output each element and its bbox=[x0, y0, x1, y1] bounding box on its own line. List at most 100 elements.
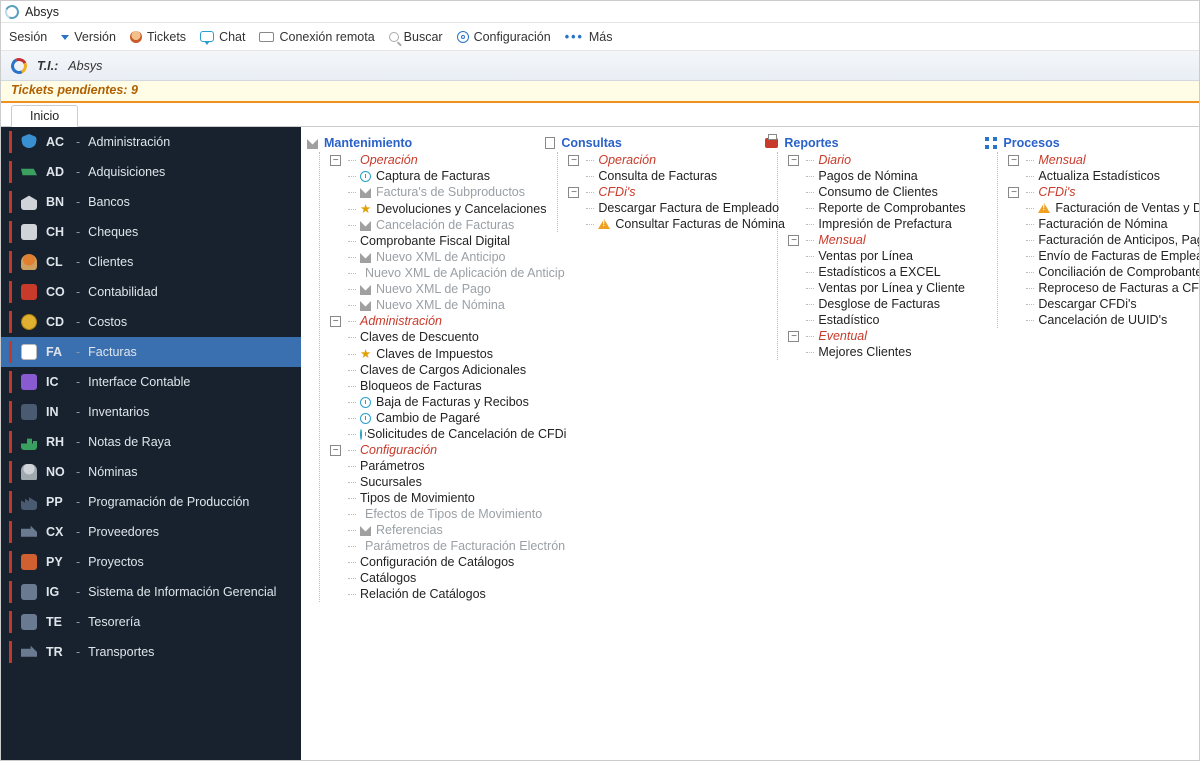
collapse-toggle[interactable]: − bbox=[330, 445, 341, 456]
menubar: Sesión Versión Tickets Chat Conexión rem… bbox=[1, 23, 1199, 51]
tree-item[interactable]: Comprobante Fiscal Digital bbox=[320, 233, 529, 249]
collapse-toggle[interactable]: − bbox=[788, 331, 799, 342]
tree-item[interactable]: Relación de Catálogos bbox=[320, 586, 529, 602]
menu-sesion[interactable]: Sesión bbox=[9, 30, 47, 44]
collapse-toggle[interactable]: − bbox=[788, 155, 799, 166]
tree-item[interactable]: Estadístico bbox=[778, 312, 969, 328]
tree-item[interactable]: Baja de Facturas y Recibos bbox=[320, 394, 529, 410]
tree-item[interactable]: Consulta de Facturas bbox=[558, 168, 749, 184]
tree-item-label: Actualiza Estadísticos bbox=[1038, 169, 1160, 183]
tab-inicio[interactable]: Inicio bbox=[11, 105, 78, 127]
tree-item[interactable]: Mejores Clientes bbox=[778, 344, 969, 360]
menu-tickets[interactable]: Tickets bbox=[130, 30, 186, 44]
tree-item[interactable]: Ventas por Línea y Cliente bbox=[778, 280, 969, 296]
sidebar-item-cd[interactable]: CD - Costos bbox=[1, 307, 301, 337]
tree-item[interactable]: Pagos de Nómina bbox=[778, 168, 969, 184]
module-name: Interface Contable bbox=[88, 375, 190, 389]
tree-item[interactable]: Claves de Descuento bbox=[320, 329, 529, 345]
menu-buscar[interactable]: Buscar bbox=[389, 30, 443, 44]
tree-item-label: Envío de Facturas de Emplead bbox=[1038, 249, 1199, 263]
sidebar-item-te[interactable]: TE - Tesorería bbox=[1, 607, 301, 637]
tree-item[interactable]: Captura de Facturas bbox=[320, 168, 529, 184]
tree-item[interactable]: Efectos de Tipos de Movimiento bbox=[320, 506, 529, 522]
module-code: TE bbox=[46, 615, 68, 629]
tree-item[interactable]: Consumo de Clientes bbox=[778, 184, 969, 200]
invoice-icon bbox=[20, 343, 38, 361]
tree-item-label: Efectos de Tipos de Movimiento bbox=[365, 507, 542, 521]
sidebar-item-ac[interactable]: AC - Administración bbox=[1, 127, 301, 157]
collapse-toggle[interactable]: − bbox=[330, 316, 341, 327]
tree-item[interactable]: Nuevo XML de Anticipo bbox=[320, 249, 529, 265]
sidebar-item-rh[interactable]: RH - Notas de Raya bbox=[1, 427, 301, 457]
tree-item[interactable]: Bloqueos de Facturas bbox=[320, 378, 529, 394]
tree-item[interactable]: Parámetros bbox=[320, 458, 529, 474]
collapse-toggle[interactable]: − bbox=[330, 155, 341, 166]
tree-item[interactable]: Catálogos bbox=[320, 570, 529, 586]
tree-item[interactable]: Consultar Facturas de Nómina bbox=[558, 216, 749, 232]
tree-item[interactable]: Impresión de Prefactura bbox=[778, 216, 969, 232]
sidebar-item-tr[interactable]: TR - Transportes bbox=[1, 637, 301, 667]
tree-item-label: Captura de Facturas bbox=[376, 169, 490, 183]
collapse-toggle[interactable]: − bbox=[788, 235, 799, 246]
tree-item-label: Mejores Clientes bbox=[818, 345, 911, 359]
tree-item[interactable]: Reproceso de Facturas a CFDi bbox=[998, 280, 1189, 296]
sidebar-item-ic[interactable]: IC - Interface Contable bbox=[1, 367, 301, 397]
module-code: CO bbox=[46, 285, 68, 299]
module-code: BN bbox=[46, 195, 68, 209]
sidebar-item-fa[interactable]: FA - Facturas bbox=[1, 337, 301, 367]
tree-item[interactable]: Parámetros de Facturación Electrón bbox=[320, 538, 529, 554]
tree-group-heading: Eventual− bbox=[778, 328, 969, 344]
sidebar-item-no[interactable]: NO - Nóminas bbox=[1, 457, 301, 487]
accent-bar bbox=[9, 131, 12, 153]
tree-item[interactable]: Tipos de Movimiento bbox=[320, 490, 529, 506]
collapse-toggle[interactable]: − bbox=[1008, 155, 1019, 166]
tree-item[interactable]: Cancelación de Facturas bbox=[320, 217, 529, 233]
sidebar-item-co[interactable]: CO - Contabilidad bbox=[1, 277, 301, 307]
tree-item[interactable]: Sucursales bbox=[320, 474, 529, 490]
tree-item[interactable]: Referencias bbox=[320, 522, 529, 538]
tree-item[interactable]: Descargar CFDi's bbox=[998, 296, 1189, 312]
tree-item[interactable]: Conciliación de Comprobantes bbox=[998, 264, 1189, 280]
collapse-toggle[interactable]: − bbox=[568, 155, 579, 166]
tree-item-label: Nuevo XML de Anticipo bbox=[376, 250, 505, 264]
tree-item[interactable]: Descargar Factura de Empleado bbox=[558, 200, 749, 216]
tree-item[interactable]: Factura's de Subproductos bbox=[320, 184, 529, 200]
tree-item[interactable]: Claves de Cargos Adicionales bbox=[320, 362, 529, 378]
tree-item[interactable]: Ventas por Línea bbox=[778, 248, 969, 264]
pending-tickets-banner[interactable]: Tickets pendientes: 9 bbox=[1, 81, 1199, 103]
sidebar-item-ig[interactable]: IG - Sistema de Información Gerencial bbox=[1, 577, 301, 607]
tree-item[interactable]: Estadísticos a EXCEL bbox=[778, 264, 969, 280]
menu-mas[interactable]: •••Más bbox=[565, 30, 613, 44]
menu-version[interactable]: Versión bbox=[61, 30, 116, 44]
tree-item[interactable]: Solicitudes de Cancelación de CFDi bbox=[320, 426, 529, 442]
collapse-toggle[interactable]: − bbox=[568, 187, 579, 198]
tree-item[interactable]: Configuración de Catálogos bbox=[320, 554, 529, 570]
sidebar-item-in[interactable]: IN - Inventarios bbox=[1, 397, 301, 427]
sidebar-item-pp[interactable]: PP - Programación de Producción bbox=[1, 487, 301, 517]
tree-item[interactable]: Facturación de Ventas y Devolu bbox=[998, 200, 1189, 216]
sidebar-item-ch[interactable]: CH - Cheques bbox=[1, 217, 301, 247]
tree-item[interactable]: Actualiza Estadísticos bbox=[998, 168, 1189, 184]
sidebar-item-bn[interactable]: BN - Bancos bbox=[1, 187, 301, 217]
menu-chat[interactable]: Chat bbox=[200, 30, 245, 44]
tree-item[interactable]: Facturación de Nómina bbox=[998, 216, 1189, 232]
collapse-toggle[interactable]: − bbox=[1008, 187, 1019, 198]
sidebar-item-cl[interactable]: CL - Clientes bbox=[1, 247, 301, 277]
tree-item[interactable]: Facturación de Anticipos, Pago bbox=[998, 232, 1189, 248]
tree-item[interactable]: Nuevo XML de Aplicación de Anticip bbox=[320, 265, 529, 281]
module-name: Administración bbox=[88, 135, 170, 149]
tree-item[interactable]: Cancelación de UUID's bbox=[998, 312, 1189, 328]
sidebar-item-ad[interactable]: AD - Adquisiciones bbox=[1, 157, 301, 187]
tree-item[interactable]: Nuevo XML de Pago bbox=[320, 281, 529, 297]
tree-item[interactable]: Reporte de Comprobantes bbox=[778, 200, 969, 216]
tree-item[interactable]: Cambio de Pagaré bbox=[320, 410, 529, 426]
tree-item[interactable]: ★Devoluciones y Cancelaciones bbox=[320, 200, 529, 217]
menu-conexion-remota[interactable]: Conexión remota bbox=[259, 30, 374, 44]
sidebar-item-cx[interactable]: CX - Proveedores bbox=[1, 517, 301, 547]
tree-item[interactable]: Nuevo XML de Nómina bbox=[320, 297, 529, 313]
tree-item[interactable]: Envío de Facturas de Emplead bbox=[998, 248, 1189, 264]
sidebar-item-py[interactable]: PY - Proyectos bbox=[1, 547, 301, 577]
menu-configuracion[interactable]: Configuración bbox=[457, 30, 551, 44]
tree-item[interactable]: Desglose de Facturas bbox=[778, 296, 969, 312]
tree-item[interactable]: ★Claves de Impuestos bbox=[320, 345, 529, 362]
